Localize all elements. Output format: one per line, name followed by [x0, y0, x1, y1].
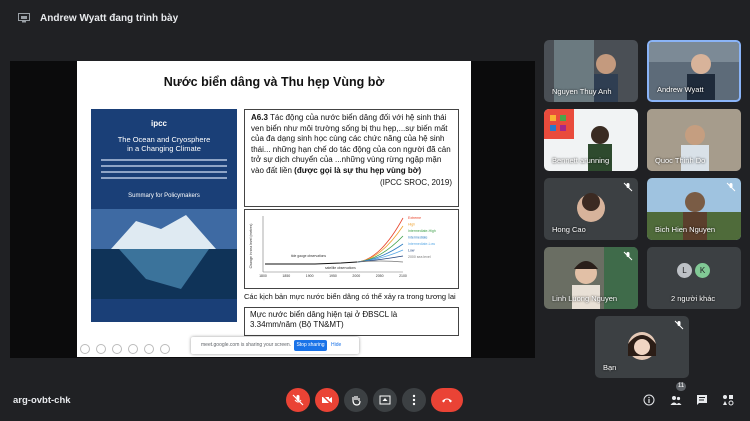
participant-name: Bennett arunning — [552, 156, 610, 165]
quote-emphasis: (được gọi là sự thu hẹp vùng bờ) — [294, 165, 422, 175]
chart-x-tick-label: 1900 — [306, 274, 314, 278]
info-icon[interactable] — [643, 394, 655, 406]
scenario-series-line — [356, 217, 404, 263]
participant-tile[interactable]: Quoc Thinh Do — [647, 109, 741, 171]
share-message: meet.google.com is sharing your screen. — [201, 342, 292, 348]
chat-icon[interactable] — [696, 394, 708, 406]
slide-title: Nước biển dâng và Thu hẹp Vùng bờ — [163, 75, 385, 89]
camera-off-icon — [321, 394, 333, 406]
participant-name: 2 người khác — [671, 294, 716, 303]
iceberg-image — [91, 209, 237, 299]
chart-y-label: Change in sea level (metres) — [249, 224, 253, 269]
participant-name: Andrew Wyatt — [657, 85, 704, 94]
chart-legend-item: Intermediate-High — [408, 229, 436, 233]
ipcc-report-cover: ipcc The Ocean and Cryosphere in a Chang… — [91, 109, 237, 322]
chart-legend-item: High — [408, 223, 415, 227]
slide-next-icon[interactable] — [160, 344, 170, 354]
chart-annotation: tide gauge observations — [291, 254, 326, 258]
chart-legend-item: Extreme — [408, 216, 421, 220]
quote-text: A6.3 Tác động của nước biển dâng đối với… — [251, 113, 452, 176]
participant-count-badge: 11 — [676, 382, 686, 391]
present-now-button[interactable] — [373, 388, 397, 412]
participant-tile-others[interactable]: L K 2 người khác — [647, 247, 741, 309]
participant-tile[interactable]: Bennett arunning — [544, 109, 638, 171]
chart-legend-item: Intermediate-Low — [408, 242, 436, 246]
hand-icon — [352, 396, 361, 406]
hide-button[interactable]: Hide — [331, 342, 341, 348]
slide-menu-icon[interactable] — [144, 344, 154, 354]
more-options-button[interactable] — [402, 388, 426, 412]
raise-hand-button[interactable] — [344, 388, 368, 412]
report-footer — [91, 301, 237, 322]
report-summary: Summary for Policymakers — [128, 193, 200, 199]
present-icon — [379, 395, 391, 405]
slide-back-icon[interactable] — [80, 344, 90, 354]
chart-x-tick-label: 2050 — [376, 274, 384, 278]
camera-toggle-button[interactable] — [315, 388, 339, 412]
chart-legend-item: Low — [408, 249, 415, 253]
stop-sharing-button[interactable]: Stop sharing — [294, 340, 327, 351]
screen-share-bar: meet.google.com is sharing your screen. … — [191, 337, 359, 354]
chart-x-tick-label: 2100 — [399, 274, 407, 278]
activities-icon[interactable] — [722, 394, 734, 406]
participant-name: Hong Cao — [552, 225, 586, 234]
more-vert-icon — [412, 394, 416, 406]
sea-level-chart-svg: Change in sea level (metres) 1800 1850 1900… — [249, 216, 436, 278]
scenario-series-line — [356, 260, 404, 263]
meeting-code: arg-ovbt-chk — [13, 395, 71, 406]
participant-name: Quoc Thinh Do — [655, 156, 706, 165]
chart-x-tick-label: 2000 — [352, 274, 360, 278]
chart-legend-item: Intermediate — [408, 236, 428, 240]
presenting-icon — [18, 13, 30, 23]
participant-initial-avatar: K — [695, 263, 710, 278]
participant-tile-active-speaker[interactable]: Andrew Wyatt — [647, 40, 741, 102]
chart-caption: Các kịch bản mực nước biển dâng có thể x… — [244, 292, 456, 301]
participant-initial-avatar: L — [677, 263, 692, 278]
participant-tile[interactable]: Bich Hien Nguyen — [647, 178, 741, 240]
chart-x-tick-label: 1950 — [329, 274, 337, 278]
hang-up-icon — [442, 398, 452, 403]
mic-off-icon — [292, 394, 304, 406]
observed-series-line — [265, 261, 358, 265]
muted-mic-icon — [623, 251, 633, 261]
quote-box: A6.3 Tác động của nước biển dâng đối với… — [244, 109, 459, 207]
presenter-label: Andrew Wyatt đang trình bày — [40, 13, 179, 24]
participant-tile[interactable]: Nguyen Thuy Anh — [544, 40, 638, 102]
ipcc-logo: ipcc — [151, 119, 168, 128]
participant-tile[interactable]: Hong Cao — [544, 178, 638, 240]
muted-mic-icon — [674, 320, 684, 330]
sea-level-chart: Change in sea level (metres) 1800 1850 1900… — [244, 209, 459, 289]
mic-toggle-button[interactable] — [286, 388, 310, 412]
slide-pen-icon[interactable] — [112, 344, 122, 354]
people-icon[interactable] — [670, 394, 682, 406]
report-subtext — [101, 159, 227, 185]
participant-name: Linh Luong Nguyen — [552, 294, 618, 303]
slide-zoom-icon[interactable] — [128, 344, 138, 354]
chart-x-tick-label: 1850 — [282, 274, 290, 278]
chart-annotation: satellite observations — [325, 266, 356, 270]
report-title: The Ocean and Cryosphere in a Changing C… — [117, 135, 211, 153]
shared-slide: Nước biển dâng và Thu hẹp Vùng bờ ipcc T… — [77, 61, 471, 357]
participant-name: Nguyen Thuy Anh — [552, 87, 612, 96]
participant-name: Bạn — [603, 363, 617, 372]
top-bar: Andrew Wyatt đang trình bày — [0, 0, 750, 36]
bottom-bar: arg-ovbt-chk 11 — [0, 380, 750, 421]
muted-mic-icon — [726, 182, 736, 192]
stat-box: Mực nước biển dâng hiện tại ở ĐBSCL là 3… — [244, 307, 459, 336]
quote-ref: A6.3 — [251, 113, 268, 122]
chart-legend-item: 2000 sea level — [408, 255, 431, 259]
quote-citation: (IPCC SROC, 2019) — [379, 178, 452, 187]
participant-name: Bich Hien Nguyen — [655, 225, 716, 234]
muted-mic-icon — [623, 182, 633, 192]
leave-call-button[interactable] — [431, 388, 463, 412]
participant-tile[interactable]: Linh Luong Nguyen — [544, 247, 638, 309]
self-tile[interactable]: Bạn — [595, 316, 689, 378]
slide-pointer-icon[interactable] — [96, 344, 106, 354]
chart-x-tick-label: 1800 — [259, 274, 267, 278]
